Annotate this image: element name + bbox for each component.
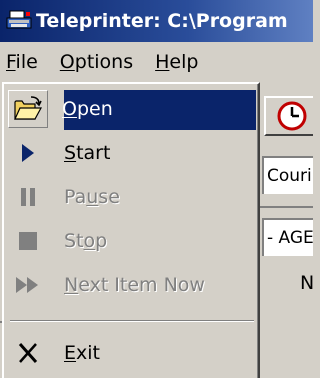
- pause-rest: se: [98, 186, 120, 208]
- open-mnemonic: O: [62, 98, 77, 120]
- open-folder-icon: [8, 90, 48, 128]
- menu-item-next-item-now-label: Next Item Now: [64, 274, 205, 296]
- menu-item-open-label: Open: [62, 98, 113, 120]
- file-menu-dropdown: Open Start Pause Stop Next Item Now Exit: [2, 82, 260, 378]
- close-x-icon: [8, 342, 48, 364]
- menu-item-stop[interactable]: Stop: [8, 220, 256, 262]
- teleprinter-app-icon: [6, 10, 32, 29]
- pause-icon: [8, 187, 48, 207]
- menu-options-mnemonic: O: [59, 51, 75, 73]
- next-rest: ext Item Now: [78, 274, 205, 296]
- exit-mnemonic: E: [64, 342, 77, 364]
- age-field[interactable]: - AGE: [262, 218, 313, 256]
- fast-forward-icon: [8, 275, 48, 295]
- open-rest: pen: [76, 98, 113, 120]
- menu-file-mnemonic: F: [6, 51, 16, 73]
- window-title: Teleprinter: C:\Program: [36, 10, 288, 32]
- font-field[interactable]: Couri: [262, 156, 313, 194]
- start-mnemonic: S: [64, 142, 77, 164]
- menu-item-pause-label: Pause: [64, 186, 120, 208]
- menu-item-open[interactable]: Open: [8, 88, 256, 130]
- title-bar: Teleprinter: C:\Program: [0, 0, 313, 42]
- menu-bar: File Options Help: [0, 42, 313, 82]
- next-mnemonic: N: [64, 274, 79, 296]
- schedule-button[interactable]: [264, 96, 313, 136]
- pause-mnemonic: u: [86, 186, 99, 208]
- clock-icon: [277, 101, 307, 131]
- menu-item-start-label: Start: [64, 142, 110, 164]
- menu-item-exit-label: Exit: [64, 342, 100, 364]
- menu-item-stop-label: Stop: [64, 230, 107, 252]
- background-label: N: [300, 272, 315, 294]
- stop-pre: St: [64, 230, 84, 252]
- menu-item-next-item-now[interactable]: Next Item Now: [8, 264, 256, 306]
- menu-item-start[interactable]: Start: [8, 132, 256, 174]
- menu-file-rest: ile: [15, 51, 38, 73]
- menu-file[interactable]: File: [6, 51, 38, 73]
- menu-help-mnemonic: H: [155, 51, 170, 73]
- exit-rest: xit: [76, 342, 100, 364]
- menu-options-rest: ptions: [74, 51, 134, 73]
- pause-pre: Pa: [64, 186, 87, 208]
- stop-icon: [8, 231, 48, 251]
- divider-line: [260, 206, 313, 208]
- menu-item-exit[interactable]: Exit: [8, 332, 256, 374]
- menu-separator: [10, 320, 254, 322]
- play-icon: [8, 143, 48, 163]
- stop-mnemonic: o: [83, 230, 96, 252]
- stop-rest: p: [95, 230, 108, 252]
- menu-help[interactable]: Help: [155, 51, 198, 73]
- menu-options[interactable]: Options: [60, 51, 133, 73]
- menu-item-pause[interactable]: Pause: [8, 176, 256, 218]
- start-rest: tart: [76, 142, 111, 164]
- menu-help-rest: elp: [169, 51, 199, 73]
